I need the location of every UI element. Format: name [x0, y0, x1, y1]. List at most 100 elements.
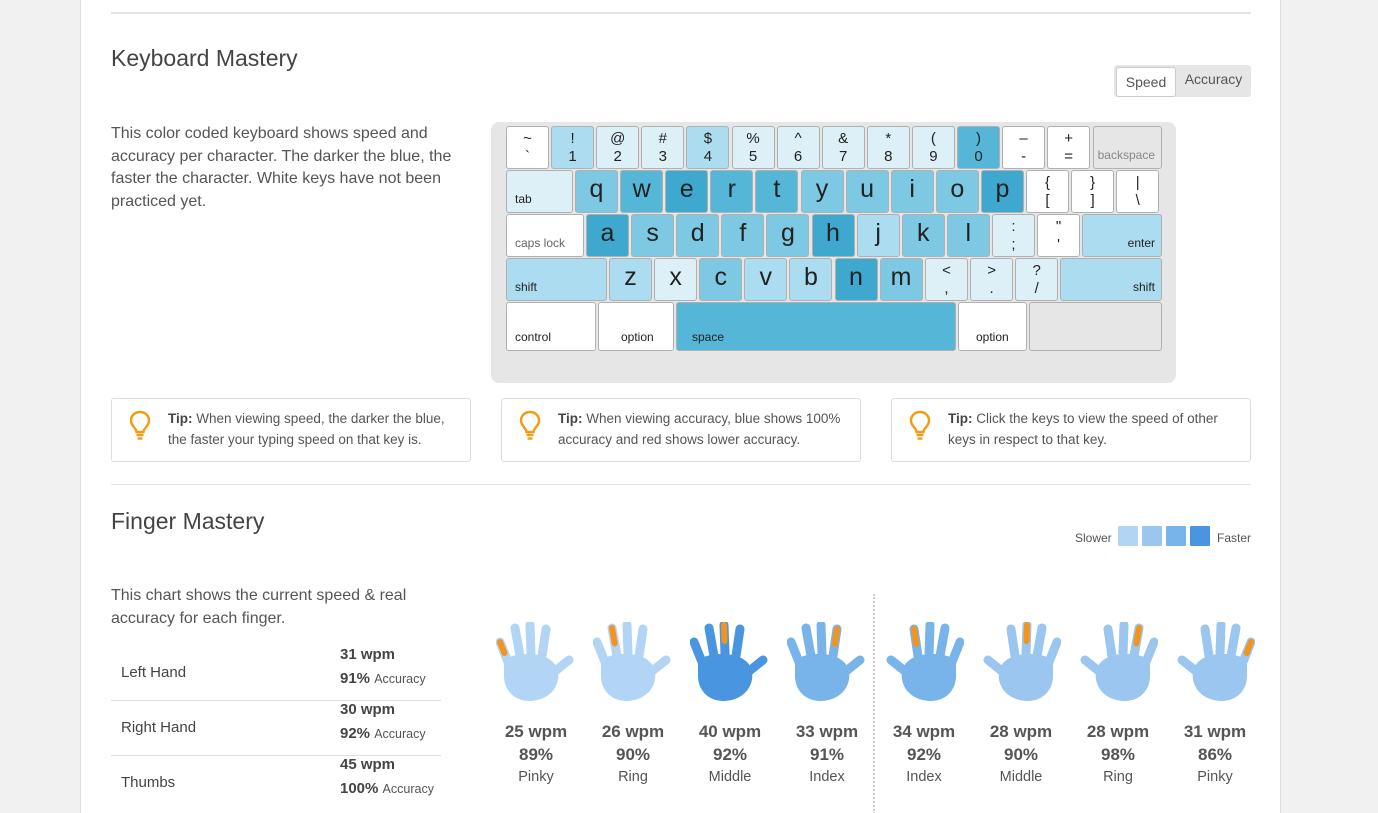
finger-accuracy: 92% [712, 745, 748, 764]
hand-icon [593, 622, 671, 701]
key-h[interactable]: h [811, 214, 855, 257]
key-top-char: ! [570, 130, 575, 147]
finger-stat[interactable]: 40 wpm 92% Middle [685, 622, 775, 785]
key-t[interactable]: t [755, 170, 799, 213]
key-top-char: & [838, 130, 849, 147]
key-tab[interactable]: tab [506, 170, 573, 213]
key-backspace[interactable]: backspace [1093, 126, 1162, 169]
key-top-char: { [1044, 174, 1050, 191]
finger-stat[interactable]: 31 wpm 86% Pinky [1170, 622, 1260, 785]
finger-wpm: 26 wpm [601, 722, 665, 741]
finger-accuracy: 91% [809, 745, 845, 764]
key-j[interactable]: j [856, 214, 900, 257]
finger-stat[interactable]: 34 wpm 92% Index [879, 622, 969, 785]
key-u[interactable]: u [845, 170, 889, 213]
key-char: h [826, 219, 840, 247]
key-9[interactable]: (9 [911, 126, 955, 169]
tip-body: When viewing accuracy, blue shows 100% a… [558, 411, 841, 447]
key-y[interactable]: y [800, 170, 844, 213]
key-quote[interactable]: " ' [1037, 214, 1081, 257]
finger-name: Pinky [1197, 769, 1233, 785]
key-\[interactable]: | \ [1116, 170, 1160, 213]
key-g[interactable]: g [766, 214, 810, 257]
key-8[interactable]: * 8 [866, 126, 910, 169]
key-5[interactable]: % 5 [731, 126, 775, 169]
key-enter[interactable]: enter [1082, 214, 1162, 257]
key-bottom-char: ` [525, 148, 530, 165]
key-char: t [773, 175, 781, 203]
key-char: p [995, 175, 1010, 203]
legend-swatch-4 [1190, 526, 1210, 546]
lightbulb-icon [519, 410, 541, 440]
hand-wpm: 30 wpm [340, 701, 396, 718]
key-q[interactable]: q [575, 170, 618, 213]
key-space[interactable]: space [676, 302, 956, 351]
key-n[interactable]: n [834, 258, 878, 301]
key-2[interactable]: @2 [596, 126, 640, 169]
hands-divider [873, 594, 875, 813]
key-4[interactable]: $4 [686, 126, 730, 169]
tip-box: Tip: When viewing speed, the darker the … [111, 398, 471, 462]
key-right-shift[interactable]: shift [1060, 258, 1162, 301]
finger-stat[interactable]: 28 wpm 90% Middle [976, 622, 1066, 785]
key-f[interactable]: f [721, 214, 765, 257]
hand-icon [1177, 622, 1255, 701]
key-e[interactable]: e [665, 170, 709, 213]
finger-stat[interactable]: 33 wpm 91% Index [782, 622, 872, 785]
key-bottom-char: ' [1057, 236, 1061, 253]
key-sym-2[interactable]: ? / [1015, 258, 1059, 301]
key-top-char: ? [1032, 262, 1041, 279]
hand-row: Left Hand 31 wpm 91% Accuracy [111, 646, 441, 701]
key-r[interactable]: r [710, 170, 754, 213]
key-6[interactable]: ^ 6 [776, 126, 820, 169]
finger-description: This chart shows the current speed & rea… [111, 587, 407, 627]
key-bottom-char: . [989, 280, 994, 297]
key-k[interactable]: k [901, 214, 945, 257]
key-b[interactable]: b [789, 258, 833, 301]
key-x[interactable]: x [654, 258, 698, 301]
hand-icon [983, 622, 1061, 701]
key-m[interactable]: m [879, 258, 923, 301]
key-sym-1[interactable]: >. [970, 258, 1014, 301]
key-left-option[interactable]: option [598, 302, 674, 351]
key-semicolon[interactable]: :; [992, 214, 1035, 257]
key-1[interactable]: ! 1 [551, 126, 595, 169]
key-d[interactable]: d [676, 214, 720, 257]
finger-stat[interactable]: 25 wpm 89% Pinky [491, 622, 581, 785]
tip-box: Tip: When viewing accuracy, blue shows 1… [501, 398, 861, 462]
key-0[interactable]: ) 0 [957, 126, 1000, 169]
key-v[interactable]: v [744, 258, 788, 301]
accuracy-toggle-button[interactable]: Accuracy [1176, 65, 1251, 97]
key--[interactable]: – - [1002, 126, 1046, 169]
key-=[interactable]: + = [1047, 126, 1091, 169]
key-s[interactable]: s [631, 214, 675, 257]
key-control[interactable]: control [506, 302, 596, 351]
key-l[interactable]: l [946, 214, 990, 257]
key-right-option[interactable]: option [958, 302, 1027, 351]
key-7[interactable]: & 7 [821, 126, 865, 169]
hand-accuracy-value: 100% [340, 780, 379, 797]
key-][interactable]: }] [1071, 170, 1115, 213]
key-p[interactable]: p [980, 170, 1024, 213]
key-char: f [739, 219, 747, 247]
key-caps-lock[interactable]: caps lock [506, 214, 584, 257]
key-blank[interactable] [1029, 302, 1162, 351]
key-a[interactable]: a [586, 214, 629, 257]
key-`[interactable]: ~ ` [506, 126, 549, 169]
key-c[interactable]: c [699, 258, 743, 301]
key-[[interactable]: {[ [1026, 170, 1069, 213]
key-w[interactable]: w [620, 170, 664, 213]
key-z[interactable]: z [609, 258, 652, 301]
key-bottom-char: 6 [793, 148, 803, 165]
key-left-shift[interactable]: shift [506, 258, 607, 301]
finger-stat[interactable]: 26 wpm 90% Ring [588, 622, 678, 785]
finger-wpm: 33 wpm [795, 722, 859, 741]
key-i[interactable]: i [890, 170, 934, 213]
finger-stat[interactable]: 28 wpm 98% Ring [1073, 622, 1163, 785]
key-o[interactable]: o [935, 170, 979, 213]
key-3[interactable]: #3 [641, 126, 685, 169]
key-label: option [976, 330, 1009, 344]
key-sym-0[interactable]: <, [925, 258, 968, 301]
finger-accuracy: 98% [1100, 745, 1136, 764]
speed-toggle-button[interactable]: Speed [1116, 67, 1176, 97]
